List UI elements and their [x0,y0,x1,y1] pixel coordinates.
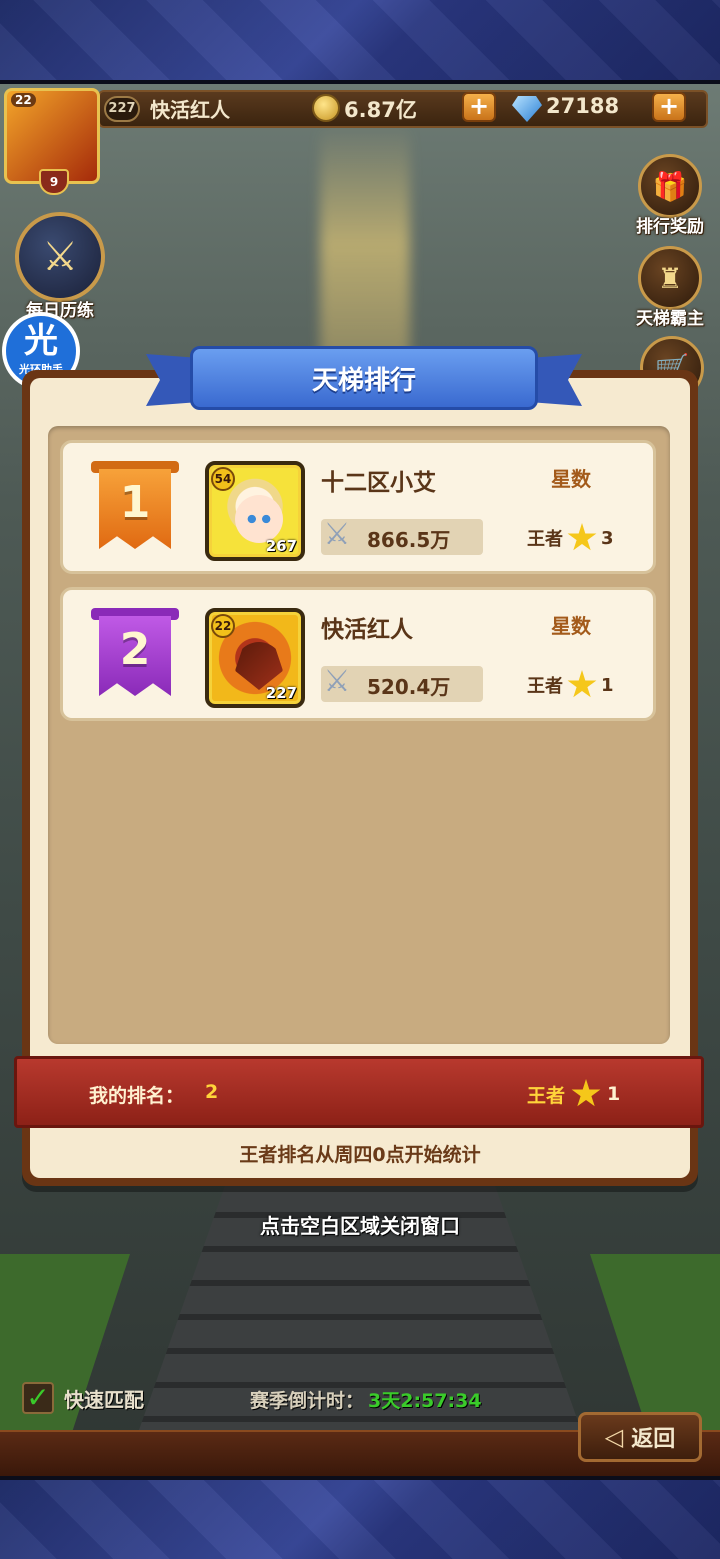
hero-face-icon [235,495,283,543]
player-name: 十二区小艾 [321,470,436,496]
assistant-glyph: 光 [24,321,58,361]
stars-header: 星数 [551,614,591,638]
hero-level: 22 [211,614,235,638]
back-arrow-icon: ◁ [604,1423,624,1451]
stars-header: 星数 [551,467,591,491]
star-icon [567,670,597,698]
rank-medal-purple-icon: 2 [91,608,179,700]
ranking-footer-note: 王者排名从周四0点开始统计 [239,1144,481,1166]
gem-amount: 27188 [546,94,620,118]
panel-title-ribbon: 天梯排行 [146,346,582,416]
star-icon [571,1079,601,1107]
season-countdown-label: 赛季倒计时： [250,1390,365,1412]
top-frame [0,0,720,80]
crossed-swords-icon: ⚔ [323,664,351,699]
rank-number: 2 [119,623,151,675]
helmet-icon: ⚔ [15,212,105,302]
star-count: 3 [601,527,614,549]
add-gold-button[interactable]: + [462,92,496,122]
my-tier-label: 王者 [527,1084,566,1107]
star-count: 1 [601,674,614,696]
close-window-hint[interactable]: 点击空白区域关闭窗口 [0,1210,720,1239]
tier-label: 王者 [527,676,563,697]
season-countdown-value: 3天2:57:34 [368,1390,482,1412]
my-rank-label: 我的排名： [89,1085,185,1107]
hero-face-icon [235,642,283,690]
hero-power: 267 [265,537,297,555]
quick-match-label: 快速匹配 [64,1387,144,1412]
player-avatar[interactable]: 22 9 [4,88,100,195]
player-name: 快活红人 [321,617,413,643]
gift-icon: 🎁 [638,154,702,218]
player-rank-shield-icon: 9 [39,169,69,195]
rank-rewards-label: 排行奖励 [636,217,704,237]
rank-row-1[interactable]: 1 54 267 十二区小艾 ⚔ 866.5万 星数 王者 3 [60,440,656,574]
back-label: 返回 [631,1427,676,1452]
combat-power-value: 866.5万 [367,528,451,552]
hero-power: 227 [265,684,297,702]
bottom-frame [0,1480,720,1559]
combat-power: ⚔ 866.5万 [321,517,483,555]
hero-portrait[interactable]: 54 267 [205,461,305,561]
rank-rewards-button[interactable]: 🎁 排行奖励 [628,154,712,237]
rank-row-2[interactable]: 2 22 227 快活红人 ⚔ 520.4万 星数 王者 1 [60,587,656,721]
my-rank-bar: 我的排名： 2 王者 1 [14,1056,704,1128]
combat-power: ⚔ 520.4万 [321,664,483,702]
tier-stars: 王者 3 [527,523,614,553]
my-star-count: 1 [607,1083,621,1105]
tier-label: 王者 [527,529,563,550]
ribbon-body: 天梯排行 [190,346,538,410]
gold-amount: 6.87亿 [344,98,417,122]
trophy-icon: ♜ [638,246,702,310]
crossed-swords-icon: ⚔ [323,517,351,552]
checkmark-icon[interactable]: ✓ [22,1382,54,1414]
quick-match-toggle[interactable]: ✓ 快速匹配 [22,1382,144,1414]
ladder-champion-label: 天梯霸主 [636,309,704,329]
rank-number: 1 [119,476,151,528]
add-gems-button[interactable]: + [652,92,686,122]
back-button[interactable]: ◁ 返回 [578,1412,702,1462]
player-name: 快活红人 [150,98,230,122]
player-power-badge: 227 [104,96,140,122]
combat-power-value: 520.4万 [367,675,451,699]
rank-medal-gold-icon: 1 [91,461,179,553]
status-bar: 227 快活红人 6.87亿 + 27188 + [98,90,708,128]
daily-training-button[interactable]: ⚔ 每日历练 [10,212,110,321]
my-rank-value: 2 [205,1081,219,1103]
gold-coin-icon [312,94,340,122]
gem-icon [512,96,542,122]
season-countdown: 赛季倒计时： 3天2:57:34 [250,1386,482,1413]
star-icon [567,523,597,551]
panel-title: 天梯排行 [311,365,416,396]
tier-stars: 王者 1 [527,670,614,700]
ladder-champion-button[interactable]: ♜ 天梯霸主 [628,246,712,329]
hero-portrait[interactable]: 22 227 [205,608,305,708]
hero-level: 54 [211,467,235,491]
player-level: 22 [11,93,36,107]
my-tier-stars: 王者 1 [527,1079,620,1109]
